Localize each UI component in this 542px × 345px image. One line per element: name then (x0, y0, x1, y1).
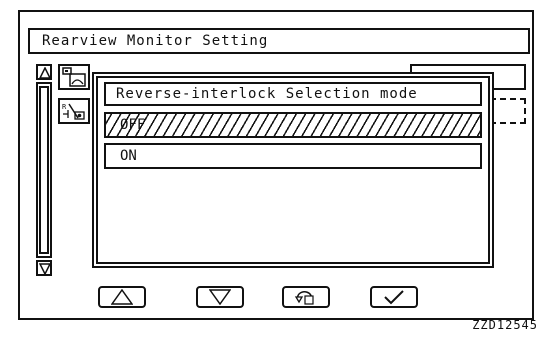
option-on[interactable]: ON (104, 143, 482, 169)
dialog-title: Reverse-interlock Selection mode (104, 82, 482, 106)
figure-code: ZZD12545 (472, 318, 538, 332)
down-triangle-icon (209, 289, 231, 305)
scroll-down-icon (39, 263, 51, 275)
up-triangle-icon (111, 289, 133, 305)
option-on-label: ON (120, 148, 137, 164)
up-button[interactable] (98, 286, 146, 308)
option-off[interactable]: OFF (104, 112, 482, 138)
return-icon (294, 291, 314, 305)
scroll-up-icon (39, 67, 51, 79)
scroll-down-button[interactable] (36, 260, 52, 276)
camera-monitor-icon (58, 64, 90, 90)
scroll-up-button[interactable] (36, 64, 52, 80)
confirm-button[interactable] (370, 286, 418, 308)
option-off-label: OFF (120, 117, 146, 133)
return-button[interactable] (282, 286, 330, 308)
scrollbar-thumb[interactable] (39, 86, 49, 254)
down-button[interactable] (196, 286, 244, 308)
checkmark-icon (384, 290, 404, 305)
screen-title: Rearview Monitor Setting (28, 28, 530, 54)
reverse-interlock-icon: R (58, 98, 90, 124)
svg-text:R: R (62, 103, 67, 111)
